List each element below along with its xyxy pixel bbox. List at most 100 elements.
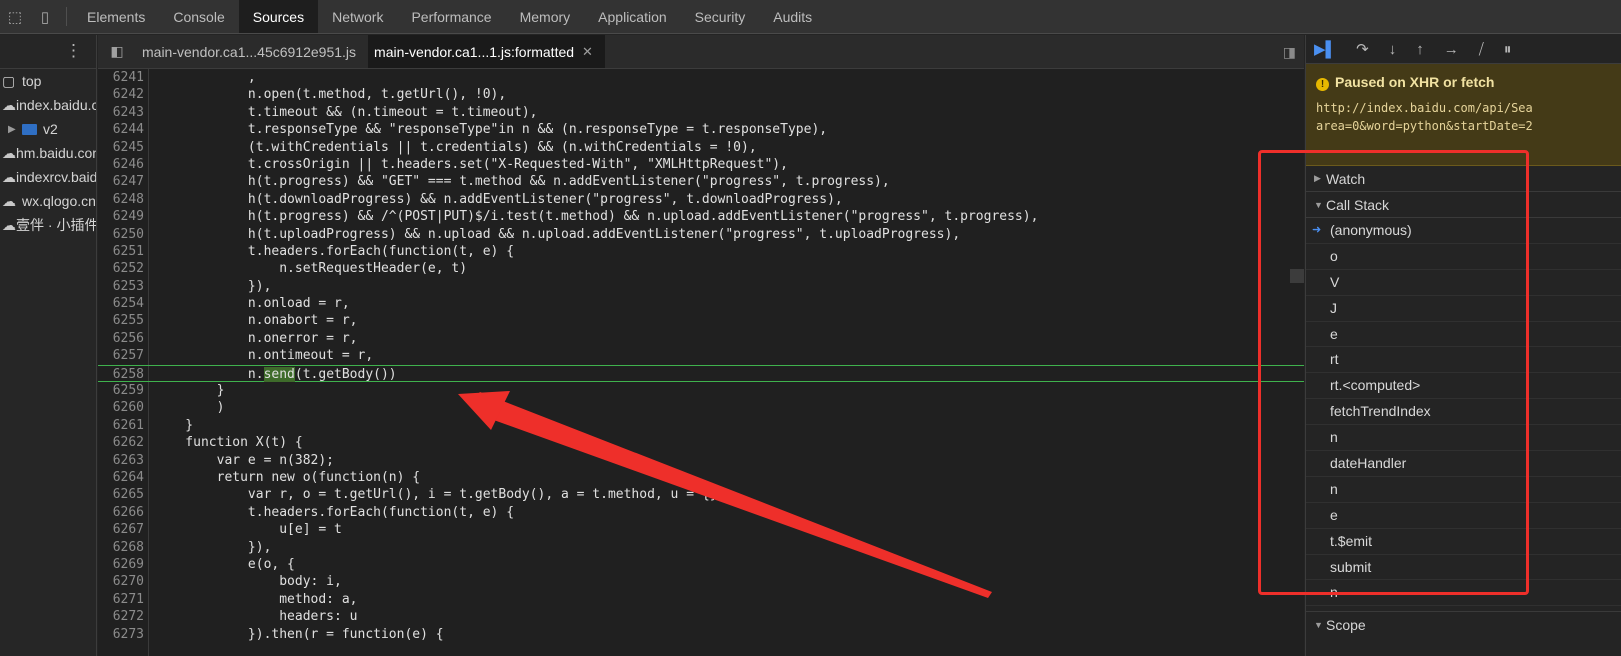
step-over-icon[interactable]: ↷ [1356,40,1369,58]
line-number[interactable]: 6262 [98,434,144,451]
line-number[interactable]: 6247 [98,173,144,190]
line-number[interactable]: 6261 [98,417,144,434]
code-line[interactable]: 6242 n.open(t.method, t.getUrl(), !0), [98,86,1304,103]
tab-security[interactable]: Security [681,0,760,33]
code-line[interactable]: 6247 h(t.progress) && "GET" === t.method… [98,173,1304,190]
file-tab[interactable]: main-vendor.ca1...1.js:formatted ✕ [368,35,605,68]
line-number[interactable]: 6251 [98,243,144,260]
line-number[interactable]: 6270 [98,573,144,590]
tree-item[interactable]: ▢ top [0,69,96,93]
step-icon[interactable]: → [1444,41,1459,58]
line-number[interactable]: 6259 [98,382,144,399]
tab-elements[interactable]: Elements [73,0,159,33]
step-out-icon[interactable]: ↑ [1416,41,1424,58]
code-line[interactable]: 6261 } [98,417,1304,434]
code-line[interactable]: 6260 ) [98,399,1304,416]
code-line[interactable]: 6246 t.crossOrigin || t.headers.set("X-R… [98,156,1304,173]
code-line[interactable]: 6248 h(t.downloadProgress) && n.addEvent… [98,191,1304,208]
code-line[interactable]: 6245 (t.withCredentials || t.credentials… [98,139,1304,156]
tab-network[interactable]: Network [318,0,397,33]
code-line[interactable]: 6273 }).then(r = function(e) { [98,626,1304,643]
code-line[interactable]: 6250 h(t.uploadProgress) && n.upload && … [98,226,1304,243]
scope-section-header[interactable]: ▼ Scope [1306,611,1621,637]
line-number[interactable]: 6254 [98,295,144,312]
line-number[interactable]: 6246 [98,156,144,173]
close-tab-icon[interactable]: ✕ [582,44,593,60]
code-line[interactable]: 6254 n.onload = r, [98,295,1304,312]
code-line[interactable]: 6255 n.onabort = r, [98,312,1304,329]
code-line[interactable]: 6266 t.headers.forEach(function(t, e) { [98,504,1304,521]
code-line[interactable]: 6241 , [98,69,1304,86]
pause-on-exceptions-icon[interactable]: ⏸ [1504,41,1512,58]
tree-item[interactable]: ☁ 壹伴 · 小插件 [0,213,96,237]
code-line[interactable]: 6268 }), [98,539,1304,556]
line-number[interactable]: 6268 [98,539,144,556]
line-number[interactable]: 6244 [98,121,144,138]
line-number[interactable]: 6248 [98,191,144,208]
line-number[interactable]: 6255 [98,312,144,329]
line-number[interactable]: 6273 [98,626,144,643]
tree-item[interactable]: ▶ v2 [0,117,96,141]
line-number[interactable]: 6256 [98,330,144,347]
code-line[interactable]: 6263 var e = n(382); [98,452,1304,469]
code-line[interactable]: 6252 n.setRequestHeader(e, t) [98,260,1304,277]
more-options-icon[interactable]: ⋮ [65,42,82,59]
code-line[interactable]: 6257 n.ontimeout = r, [98,347,1304,364]
toggle-navigator-icon[interactable]: ◧ [98,35,136,68]
line-number[interactable]: 6266 [98,504,144,521]
code-line[interactable]: 6253 }), [98,278,1304,295]
tab-audits[interactable]: Audits [759,0,826,33]
tab-application[interactable]: Application [584,0,681,33]
tree-item[interactable]: ☁indexrcv.baidu.com [0,165,96,189]
code-line[interactable]: 6267 u[e] = t [98,521,1304,538]
line-number[interactable]: 6272 [98,608,144,625]
device-toolbar-icon[interactable]: ▯ [30,0,60,33]
tree-item[interactable]: ☁index.baidu.com [0,93,96,117]
deactivate-breakpoints-icon[interactable]: ⧸ [1479,41,1484,58]
code-line[interactable]: 6265 var r, o = t.getUrl(), i = t.getBod… [98,486,1304,503]
code-line[interactable]: 6270 body: i, [98,573,1304,590]
tree-item[interactable]: ☁ wx.qlogo.cn [0,189,96,213]
line-number[interactable]: 6250 [98,226,144,243]
line-number[interactable]: 6252 [98,260,144,277]
code-line[interactable]: 6249 h(t.progress) && /^(POST|PUT)$/i.te… [98,208,1304,225]
tab-sources[interactable]: Sources [238,0,319,33]
code-line[interactable]: 6243 t.timeout && (n.timeout = t.timeout… [98,104,1304,121]
expand-caret-icon[interactable]: ▶ [8,124,22,135]
line-number[interactable]: 6257 [98,347,144,364]
tab-console[interactable]: Console [159,0,238,33]
line-number[interactable]: 6267 [98,521,144,538]
line-number[interactable]: 6243 [98,104,144,121]
tab-memory[interactable]: Memory [506,0,585,33]
inspect-element-icon[interactable]: ⬚ [0,0,30,33]
code-area[interactable]: 6241 , 6242 n.open(t.method, t.getUrl(), … [98,69,1304,656]
code-line[interactable]: 6256 n.onerror = r, [98,330,1304,347]
code-line[interactable]: 6271 method: a, [98,591,1304,608]
tab-performance[interactable]: Performance [397,0,505,33]
code-line[interactable]: 6251 t.headers.forEach(function(t, e) { [98,243,1304,260]
line-number[interactable]: 6249 [98,208,144,225]
tree-item[interactable]: ☁ hm.baidu.com [0,141,96,165]
code-line[interactable]: 6262 function X(t) { [98,434,1304,451]
code-line[interactable]: 6269 e(o, { [98,556,1304,573]
code-line[interactable]: 6244 t.responseType && "responseType"in … [98,121,1304,138]
file-tab[interactable]: main-vendor.ca1...45c6912e951.js [136,35,368,68]
toggle-debugger-icon[interactable]: ◨ [1283,44,1296,61]
line-number[interactable]: 6241 [98,69,144,86]
line-number[interactable]: 6253 [98,278,144,295]
code-line[interactable]: 6264 return new o(function(n) { [98,469,1304,486]
line-number[interactable]: 6269 [98,556,144,573]
line-number[interactable]: 6263 [98,452,144,469]
step-into-icon[interactable]: ↓ [1389,41,1397,58]
code-line[interactable]: 6272 headers: u [98,608,1304,625]
line-number[interactable]: 6242 [98,86,144,103]
code-line[interactable]: 6259 } [98,382,1304,399]
line-number[interactable]: 6265 [98,486,144,503]
line-number[interactable]: 6271 [98,591,144,608]
line-number[interactable]: 6258 [98,366,144,383]
line-number[interactable]: 6245 [98,139,144,156]
line-number[interactable]: 6264 [98,469,144,486]
current-execution-line[interactable]: 6258 n.send(t.getBody()) [98,364,1304,383]
resume-icon[interactable]: ▶▌ [1314,40,1336,58]
line-number[interactable]: 6260 [98,399,144,416]
